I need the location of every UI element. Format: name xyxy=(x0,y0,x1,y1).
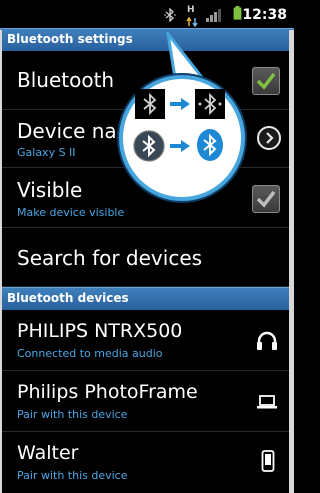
bluetooth-icon xyxy=(164,8,176,22)
bluetooth-label: Bluetooth xyxy=(17,68,115,92)
checkmark-icon xyxy=(256,190,276,208)
section-header-bluetooth-devices: Bluetooth devices xyxy=(0,287,294,310)
device-name: Philips PhotoFrame xyxy=(17,381,198,403)
phone-icon xyxy=(261,450,275,472)
device-row-philips-ntrx500[interactable]: PHILIPS NTRX500 Connected to media audio xyxy=(0,310,294,371)
checkmark-icon xyxy=(256,72,276,90)
visible-checkbox[interactable] xyxy=(252,185,280,213)
device-name: Walter xyxy=(17,442,79,464)
bluetooth-circle-icon xyxy=(133,130,165,162)
network-type-label: H xyxy=(187,5,195,15)
left-frame-border xyxy=(0,30,2,493)
arrow-right-icon xyxy=(170,140,190,152)
visible-label: Visible xyxy=(17,178,83,202)
bluetooth-checkbox[interactable] xyxy=(252,67,280,95)
section-header-bluetooth-settings: Bluetooth settings xyxy=(0,28,294,51)
signal-icon xyxy=(206,9,221,22)
arrow-right-icon xyxy=(170,98,190,110)
device-status: Connected to media audio xyxy=(17,347,163,360)
data-arrows-icon xyxy=(186,16,198,28)
bluetooth-icon-callout xyxy=(119,75,245,201)
bluetooth-connected-icon xyxy=(195,89,225,119)
bluetooth-icon xyxy=(135,89,165,119)
status-bar: H 12:38 xyxy=(0,0,294,30)
headphones-icon xyxy=(257,331,277,350)
clock: 12:38 xyxy=(242,7,287,23)
search-devices-label: Search for devices xyxy=(17,246,203,270)
visible-subtitle: Make device visible xyxy=(17,206,125,219)
laptop-icon xyxy=(257,395,277,409)
device-row-walter[interactable]: Walter Pair with this device xyxy=(0,432,294,492)
device-name: PHILIPS NTRX500 xyxy=(17,320,183,342)
chevron-right-icon[interactable] xyxy=(257,126,281,150)
bluetooth-active-icon xyxy=(197,129,223,161)
device-row-philips-photoframe[interactable]: Philips PhotoFrame Pair with this device xyxy=(0,371,294,432)
device-status: Pair with this device xyxy=(17,469,128,482)
search-devices-row[interactable]: Search for devices xyxy=(0,228,294,287)
right-frame-border xyxy=(289,30,294,493)
battery-icon xyxy=(233,6,242,20)
device-status: Pair with this device xyxy=(17,408,128,421)
device-name-value: Galaxy S II xyxy=(17,146,76,159)
